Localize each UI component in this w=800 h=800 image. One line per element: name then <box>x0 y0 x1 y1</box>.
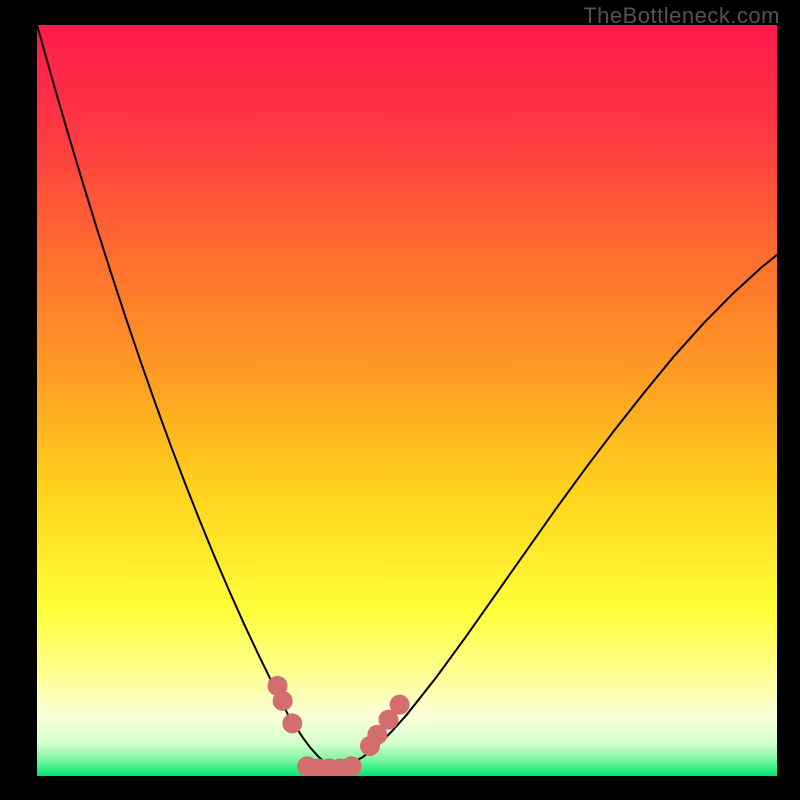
right-marker-4 <box>390 695 410 715</box>
gradient-background <box>37 25 777 776</box>
bottom-marker-5 <box>342 756 362 776</box>
watermark-text: TheBottleneck.com <box>583 3 780 29</box>
chart-svg <box>37 25 777 776</box>
left-marker-2 <box>273 691 293 711</box>
chart-plot-area <box>37 25 777 776</box>
chart-frame: TheBottleneck.com <box>0 0 800 800</box>
left-marker-3 <box>282 713 302 733</box>
